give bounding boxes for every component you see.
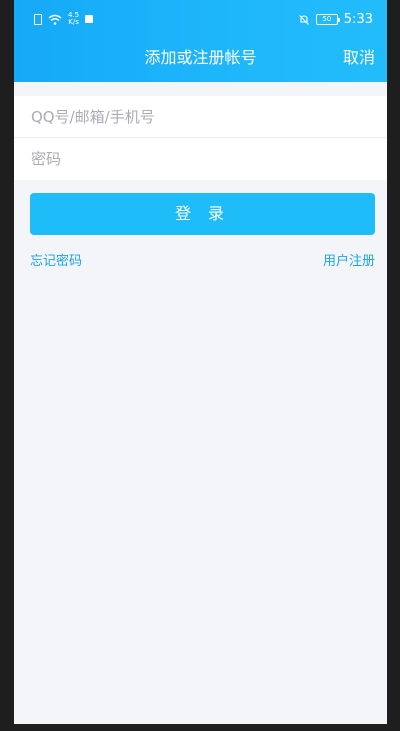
battery-icon: 50 <box>315 14 340 25</box>
page-title: 添加或注册帐号 <box>144 48 257 67</box>
network-speed: 4.5 K/s <box>68 11 80 26</box>
login-button[interactable]: 登 录 <box>30 193 375 235</box>
status-left: 4.5 K/s <box>34 11 94 26</box>
status-bar: 4.5 K/s 50 5:33 <box>14 10 387 32</box>
status-right: 50 5:33 <box>298 12 373 27</box>
sim-card-icon <box>34 13 42 25</box>
top-bar: 4.5 K/s 50 5:33 添加或注册帐号 取消 <box>14 0 387 82</box>
forgot-password-link[interactable]: 忘记密码 <box>30 250 82 269</box>
password-input[interactable] <box>14 150 387 168</box>
app-screen: 4.5 K/s 50 5:33 添加或注册帐号 取消 QQ号/邮箱/手机号 登 … <box>14 0 387 724</box>
muted-bell-icon <box>298 14 310 26</box>
status-time: 5:33 <box>343 12 373 27</box>
notification-icon <box>85 15 94 23</box>
title-row: 添加或注册帐号 取消 <box>14 44 387 72</box>
register-link[interactable]: 用户注册 <box>323 250 375 269</box>
account-field-row <box>14 96 387 138</box>
password-field-row <box>14 138 387 180</box>
wifi-icon <box>48 14 62 25</box>
account-input[interactable] <box>14 107 387 126</box>
cancel-button[interactable]: 取消 <box>343 44 375 72</box>
login-form <box>14 96 387 180</box>
phone-frame: 4.5 K/s 50 5:33 添加或注册帐号 取消 QQ号/邮箱/手机号 登 … <box>0 0 400 731</box>
